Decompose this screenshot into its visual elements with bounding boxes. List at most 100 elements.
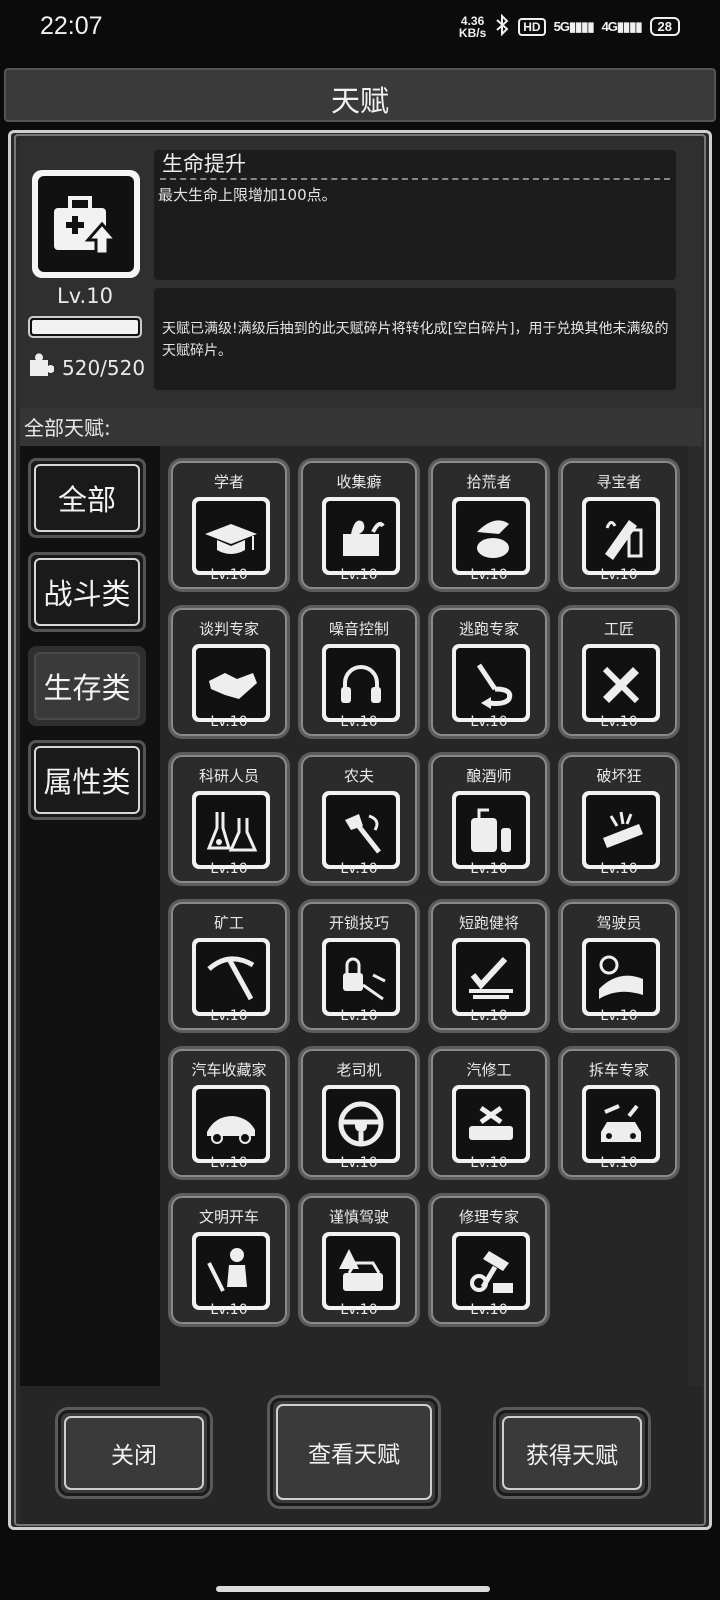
category-survival[interactable]: 生存类 <box>28 646 146 726</box>
talent-card-name: 修理专家 <box>458 1208 519 1226</box>
category-attribute[interactable]: 属性类 <box>28 740 146 820</box>
talent-card-level: Lv.10 <box>340 1008 378 1024</box>
max-level-note: 天赋已满级!满级后抽到的此天赋碎片将转化成[空白碎片]，用于兑换其他未满级的天赋… <box>162 321 669 359</box>
home-indicator[interactable] <box>216 1586 490 1592</box>
talent-card[interactable]: 谨慎驾驶 Lv.10 <box>298 1193 420 1327</box>
seatbelt-icon <box>192 1232 270 1310</box>
headphones-icon <box>322 644 400 722</box>
fragment-count: 520/520 <box>28 352 145 383</box>
talent-card[interactable]: 工匠 Lv.10 <box>558 605 680 739</box>
talent-card-level: Lv.10 <box>340 714 378 730</box>
talent-card[interactable]: 酿酒师 Lv.10 <box>428 752 550 886</box>
talent-card[interactable]: 寻宝者 Lv.10 <box>558 458 680 592</box>
talent-card[interactable]: 破坏狂 Lv.10 <box>558 752 680 886</box>
talent-card[interactable]: 拾荒者 Lv.10 <box>428 458 550 592</box>
talent-card-level: Lv.10 <box>600 714 638 730</box>
signal-4g: 4G▮▮▮▮ <box>601 18 643 34</box>
talent-card[interactable]: 短跑健将 Lv.10 <box>428 899 550 1033</box>
talent-card-level: Lv.10 <box>470 714 508 730</box>
talent-card-name: 收集癖 <box>336 473 382 491</box>
talent-card-name: 逃跑专家 <box>458 620 519 638</box>
treasure-torch-icon <box>582 497 660 575</box>
status-icons: 4.36 KB/s HD 5G▮▮▮▮ 4G▮▮▮▮ 28 <box>458 13 680 40</box>
talent-card[interactable]: 汽车收藏家 Lv.10 <box>168 1046 290 1180</box>
signal-5g: 5G▮▮▮▮ <box>553 18 595 34</box>
close-button[interactable]: 关闭 <box>58 1410 210 1496</box>
talent-card[interactable]: 拆车专家 Lv.10 <box>558 1046 680 1180</box>
puzzle-piece-icon <box>28 352 55 383</box>
talent-card-level: Lv.10 <box>600 861 638 877</box>
talent-card[interactable]: 开锁技巧 Lv.10 <box>298 899 420 1033</box>
flask-icon <box>192 791 270 869</box>
talent-card-level: Lv.10 <box>470 567 508 583</box>
talent-card-name: 噪音控制 <box>328 620 389 638</box>
talent-card-name: 开锁技巧 <box>328 914 389 932</box>
talent-card-name: 短跑健将 <box>458 914 519 932</box>
lockpick-icon <box>322 938 400 1016</box>
talent-card[interactable]: 科研人员 Lv.10 <box>168 752 290 886</box>
talent-card-name: 学者 <box>213 473 244 491</box>
talent-card[interactable]: 逃跑专家 Lv.10 <box>428 605 550 739</box>
handshake-icon <box>192 644 270 722</box>
talent-card[interactable]: 汽修工 Lv.10 <box>428 1046 550 1180</box>
talent-card[interactable]: 谈判专家 Lv.10 <box>168 605 290 739</box>
pickaxe-icon <box>192 938 270 1016</box>
talent-card-level: Lv.10 <box>340 861 378 877</box>
talent-card-name: 拆车专家 <box>588 1061 649 1079</box>
talent-description: 最大生命上限增加100点。 <box>158 186 337 204</box>
talent-card-level: Lv.10 <box>340 1302 378 1318</box>
talent-card[interactable]: 老司机 Lv.10 <box>298 1046 420 1180</box>
talent-card-level: Lv.10 <box>470 861 508 877</box>
talent-card[interactable]: 农夫 Lv.10 <box>298 752 420 886</box>
warning-car-icon <box>322 1232 400 1310</box>
talent-card-level: Lv.10 <box>600 1155 638 1171</box>
talent-card-name: 谨慎驾驶 <box>328 1208 389 1226</box>
escape-arrow-icon <box>452 644 530 722</box>
talent-card[interactable]: 噪音控制 Lv.10 <box>298 605 420 739</box>
talent-card-name: 破坏狂 <box>596 767 642 785</box>
bluetooth-icon <box>494 13 510 39</box>
talent-card-level: Lv.10 <box>600 567 638 583</box>
box-collect-icon <box>322 497 400 575</box>
talent-card-name: 驾驶员 <box>596 914 642 932</box>
category-combat[interactable]: 战斗类 <box>28 552 146 632</box>
level-progress-bar <box>28 316 142 338</box>
hammer-gear-icon <box>452 1232 530 1310</box>
view-talent-button[interactable]: 查看天赋 <box>270 1398 438 1506</box>
category-all[interactable]: 全部 <box>28 458 146 538</box>
talent-card-name: 科研人员 <box>198 767 259 785</box>
steering-wheel-icon <box>322 1085 400 1163</box>
talent-card-name: 农夫 <box>343 767 374 785</box>
talent-card-level: Lv.10 <box>210 714 248 730</box>
talent-card-name: 文明开车 <box>198 1208 259 1226</box>
talent-card-name: 寻宝者 <box>596 473 642 491</box>
sports-car-icon <box>192 1085 270 1163</box>
car-repair-icon <box>452 1085 530 1163</box>
first-aid-kit-upgrade-icon <box>32 170 140 278</box>
divider <box>160 178 670 180</box>
talent-card-level: Lv.10 <box>470 1302 508 1318</box>
clock: 22:07 <box>40 12 103 40</box>
scavenger-bag-icon <box>452 497 530 575</box>
talent-card-name: 谈判专家 <box>198 620 259 638</box>
talent-card[interactable]: 修理专家 Lv.10 <box>428 1193 550 1327</box>
talent-card-level: Lv.10 <box>470 1155 508 1171</box>
all-talents-label: 全部天赋: <box>24 416 111 440</box>
talent-card[interactable]: 文明开车 Lv.10 <box>168 1193 290 1327</box>
fragment-count-text: 520/520 <box>62 355 146 380</box>
title-bar: 天赋 <box>4 68 716 122</box>
talent-card-name: 拾荒者 <box>466 473 512 491</box>
talent-card-level: Lv.10 <box>600 1008 638 1024</box>
talent-card[interactable]: 收集癖 Lv.10 <box>298 458 420 592</box>
brewery-icon <box>452 791 530 869</box>
talent-card[interactable]: 矿工 Lv.10 <box>168 899 290 1033</box>
battery-icon: 28 <box>649 17 680 36</box>
talent-card-level: Lv.10 <box>210 1008 248 1024</box>
talent-card-level: Lv.10 <box>340 567 378 583</box>
network-speed: 4.36 KB/s <box>458 13 487 40</box>
talent-card[interactable]: 学者 Lv.10 <box>168 458 290 592</box>
talent-card[interactable]: 驾驶员 Lv.10 <box>558 899 680 1033</box>
hd-badge: HD <box>518 17 546 36</box>
get-talent-button[interactable]: 获得天赋 <box>496 1410 648 1496</box>
talent-level: Lv.10 <box>57 284 113 308</box>
